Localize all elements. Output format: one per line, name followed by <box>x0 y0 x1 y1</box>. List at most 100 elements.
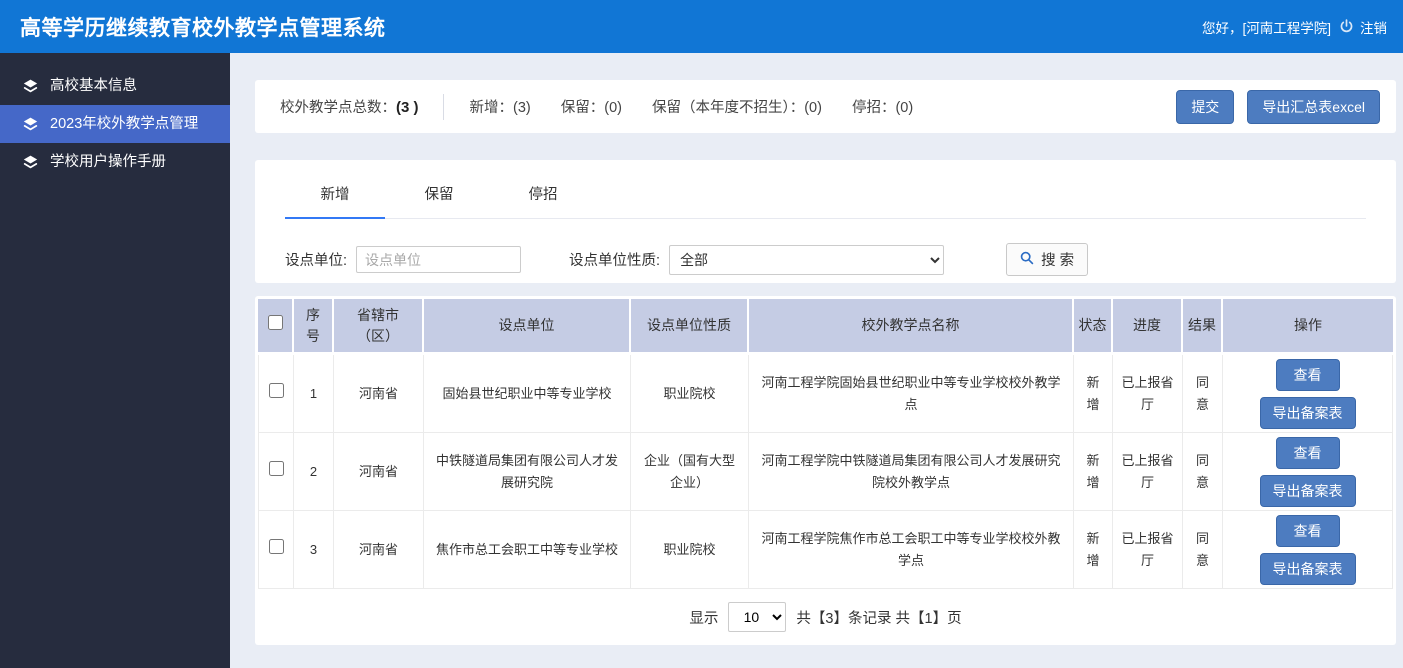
layers-icon <box>22 78 39 95</box>
cell-checkbox <box>258 355 294 433</box>
cell-checkbox <box>258 433 294 511</box>
main-content: 校外教学点总数：(3 ) 新增：(3) 保留：(0) 保留（本年度不招生）：(0… <box>230 53 1403 668</box>
pagination-bar: 显示 10 共【3】条记录 共【1】页 <box>258 589 1393 645</box>
nature-select[interactable]: 全部 <box>669 245 944 275</box>
cell-operation: 查看 导出备案表 <box>1223 433 1393 511</box>
sidebar-item-label: 2023年校外教学点管理 <box>50 115 198 133</box>
app-title: 高等学历继续教育校外教学点管理系统 <box>20 12 386 42</box>
cell-progress: 已上报省厅 <box>1113 511 1183 589</box>
header-index: 序 号 <box>294 299 334 355</box>
header-unit: 设点单位 <box>424 299 631 355</box>
stat-retained: 保留：(0) <box>561 96 622 117</box>
teaching-points-table: 序 号 省辖市 （区） 设点单位 设点单位性质 校外教学点名称 状态 进度 结果… <box>258 299 1393 589</box>
cell-progress: 已上报省厅 <box>1113 355 1183 433</box>
sidebar: 高校基本信息 2023年校外教学点管理 学校用户操作手册 <box>0 53 230 668</box>
cell-nature: 企业（国有大型企业） <box>631 433 749 511</box>
export-record-button[interactable]: 导出备案表 <box>1260 475 1356 507</box>
stat-stopped: 停招：(0) <box>852 96 913 117</box>
select-all-checkbox[interactable] <box>268 315 283 330</box>
cell-operation: 查看 导出备案表 <box>1223 355 1393 433</box>
row-checkbox[interactable] <box>269 539 284 554</box>
power-icon[interactable] <box>1339 19 1354 34</box>
top-header: 高等学历继续教育校外教学点管理系统 您好，[河南工程学院] 注销 <box>0 0 1403 53</box>
cell-site-name: 河南工程学院中铁隧道局集团有限公司人才发展研究院校外教学点 <box>749 433 1074 511</box>
filter-panel: 新增 保留 停招 设点单位: 设点单位性质: 全部 搜 索 <box>255 160 1396 283</box>
tab-stopped[interactable]: 停招 <box>493 175 593 219</box>
cell-unit: 焦作市总工会职工中等专业学校 <box>424 511 631 589</box>
sidebar-item-label: 高校基本信息 <box>50 77 137 95</box>
sidebar-item-teaching-point-mgmt[interactable]: 2023年校外教学点管理 <box>0 105 230 143</box>
row-checkbox[interactable] <box>269 383 284 398</box>
cell-status: 新增 <box>1074 511 1113 589</box>
cell-nature: 职业院校 <box>631 355 749 433</box>
header-status: 状态 <box>1074 299 1113 355</box>
submit-button[interactable]: 提交 <box>1176 90 1234 124</box>
table-row: 3 河南省 焦作市总工会职工中等专业学校 职业院校 河南工程学院焦作市总工会职工… <box>258 511 1393 589</box>
export-record-button[interactable]: 导出备案表 <box>1260 553 1356 585</box>
search-button[interactable]: 搜 索 <box>1006 243 1088 276</box>
logout-link[interactable]: 注销 <box>1360 17 1387 37</box>
sidebar-item-user-manual[interactable]: 学校用户操作手册 <box>0 143 230 181</box>
stat-retained-no-enrollment: 保留（本年度不招生）：(0) <box>652 96 822 117</box>
page-size-select[interactable]: 10 <box>728 602 786 632</box>
user-greeting: 您好，[河南工程学院] <box>1202 17 1331 37</box>
cell-index: 2 <box>294 433 334 511</box>
stats-bar: 校外教学点总数：(3 ) 新增：(3) 保留：(0) 保留（本年度不招生）：(0… <box>255 80 1396 133</box>
cell-result: 同意 <box>1183 511 1223 589</box>
tab-retained[interactable]: 保留 <box>389 175 489 219</box>
stat-new: 新增：(3) <box>470 96 531 117</box>
row-checkbox[interactable] <box>269 461 284 476</box>
cell-status: 新增 <box>1074 433 1113 511</box>
cell-checkbox <box>258 511 294 589</box>
header-nature: 设点单位性质 <box>631 299 749 355</box>
layers-icon <box>22 154 39 171</box>
search-icon <box>1020 251 1034 269</box>
cell-unit: 固始县世纪职业中等专业学校 <box>424 355 631 433</box>
cell-index: 3 <box>294 511 334 589</box>
user-area: 您好，[河南工程学院] 注销 <box>1202 17 1387 37</box>
sidebar-item-label: 学校用户操作手册 <box>50 153 166 171</box>
table-panel: 序 号 省辖市 （区） 设点单位 设点单位性质 校外教学点名称 状态 进度 结果… <box>255 296 1396 645</box>
header-operation: 操作 <box>1223 299 1393 355</box>
tab-bar: 新增 保留 停招 <box>285 175 1366 219</box>
layers-icon <box>22 116 39 133</box>
table-header-row: 序 号 省辖市 （区） 设点单位 设点单位性质 校外教学点名称 状态 进度 结果… <box>258 299 1393 355</box>
stat-total: 校外教学点总数：(3 ) <box>280 96 419 117</box>
cell-operation: 查看 导出备案表 <box>1223 511 1393 589</box>
cell-site-name: 河南工程学院固始县世纪职业中等专业学校校外教学点 <box>749 355 1074 433</box>
stats-divider <box>443 94 444 120</box>
cell-status: 新增 <box>1074 355 1113 433</box>
pagination-summary: 共【3】条记录 共【1】页 <box>796 607 961 628</box>
table-row: 1 河南省 固始县世纪职业中等专业学校 职业院校 河南工程学院固始县世纪职业中等… <box>258 355 1393 433</box>
view-button[interactable]: 查看 <box>1276 437 1340 469</box>
page-layout: 高校基本信息 2023年校外教学点管理 学校用户操作手册 校外教学点总数：(3 … <box>0 53 1403 668</box>
tab-new[interactable]: 新增 <box>285 175 385 219</box>
header-site-name: 校外教学点名称 <box>749 299 1074 355</box>
view-button[interactable]: 查看 <box>1276 359 1340 391</box>
header-result: 结果 <box>1183 299 1223 355</box>
export-summary-excel-button[interactable]: 导出汇总表excel <box>1247 90 1380 124</box>
unit-search-input[interactable] <box>356 246 521 273</box>
header-city: 省辖市 （区） <box>334 299 424 355</box>
sidebar-item-school-info[interactable]: 高校基本信息 <box>0 67 230 105</box>
unit-field-label: 设点单位: <box>285 249 347 270</box>
nature-field-label: 设点单位性质: <box>569 249 660 270</box>
cell-city: 河南省 <box>334 511 424 589</box>
view-button[interactable]: 查看 <box>1276 515 1340 547</box>
stat-total-value: (3 ) <box>396 99 419 116</box>
cell-progress: 已上报省厅 <box>1113 433 1183 511</box>
cell-unit: 中铁隧道局集团有限公司人才发展研究院 <box>424 433 631 511</box>
cell-city: 河南省 <box>334 433 424 511</box>
page-size-label: 显示 <box>689 607 718 628</box>
cell-result: 同意 <box>1183 355 1223 433</box>
header-select-all <box>258 299 294 355</box>
cell-nature: 职业院校 <box>631 511 749 589</box>
search-button-label: 搜 索 <box>1041 249 1074 270</box>
cell-site-name: 河南工程学院焦作市总工会职工中等专业学校校外教学点 <box>749 511 1074 589</box>
header-progress: 进度 <box>1113 299 1183 355</box>
cell-city: 河南省 <box>334 355 424 433</box>
cell-result: 同意 <box>1183 433 1223 511</box>
search-row: 设点单位: 设点单位性质: 全部 搜 索 <box>285 243 1396 276</box>
export-record-button[interactable]: 导出备案表 <box>1260 397 1356 429</box>
table-row: 2 河南省 中铁隧道局集团有限公司人才发展研究院 企业（国有大型企业） 河南工程… <box>258 433 1393 511</box>
